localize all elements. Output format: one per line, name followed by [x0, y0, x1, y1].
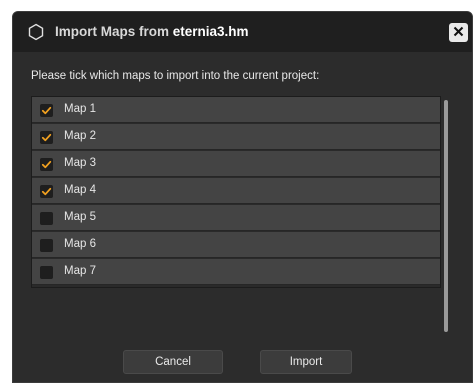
map-checkbox[interactable] [40, 239, 53, 252]
checkmark-icon [41, 106, 52, 115]
checkmark-icon [41, 133, 52, 142]
map-label: Map 5 [64, 211, 96, 223]
instructions-text: Please tick which maps to import into th… [31, 70, 320, 82]
maps-list: Map 1 Map 2 Map 3 Map 4 Map 5 Map 6 Map 7 [31, 96, 441, 288]
map-checkbox[interactable] [40, 212, 53, 225]
map-label: Map 2 [64, 130, 96, 142]
map-checkbox[interactable] [40, 266, 53, 279]
close-button[interactable] [449, 23, 468, 42]
map-list-item[interactable]: Map 5 [32, 205, 440, 231]
dialog-title: Import Maps from eternia3.hm [55, 24, 249, 39]
map-label: Map 6 [64, 238, 96, 250]
checkmark-icon [41, 160, 52, 169]
map-checkbox[interactable] [40, 104, 53, 117]
import-button[interactable]: Import [260, 350, 352, 374]
map-label: Map 4 [64, 184, 96, 196]
map-list-item[interactable]: Map 1 [32, 97, 440, 123]
map-checkbox[interactable] [40, 158, 53, 171]
cancel-button[interactable]: Cancel [123, 350, 223, 374]
map-label: Map 1 [64, 103, 96, 115]
map-list-item[interactable]: Map 2 [32, 124, 440, 150]
map-label: Map 3 [64, 157, 96, 169]
map-label: Map 7 [64, 265, 96, 277]
list-scrollbar[interactable] [444, 100, 448, 332]
dialog-title-filename: eternia3.hm [172, 24, 249, 39]
import-maps-dialog: Import Maps from eternia3.hm Please tick… [12, 11, 473, 383]
dialog-title-prefix: Import Maps from [55, 24, 173, 39]
close-icon [453, 24, 464, 42]
map-list-item[interactable]: Map 3 [32, 151, 440, 177]
map-checkbox[interactable] [40, 131, 53, 144]
map-list-item[interactable]: Map 6 [32, 232, 440, 258]
checkmark-icon [41, 187, 52, 196]
map-list-item[interactable]: Map 4 [32, 178, 440, 204]
map-list-item[interactable]: Map 7 [32, 259, 440, 285]
hexagon-icon [27, 23, 45, 41]
dialog-titlebar: Import Maps from eternia3.hm [13, 12, 472, 52]
map-checkbox[interactable] [40, 185, 53, 198]
